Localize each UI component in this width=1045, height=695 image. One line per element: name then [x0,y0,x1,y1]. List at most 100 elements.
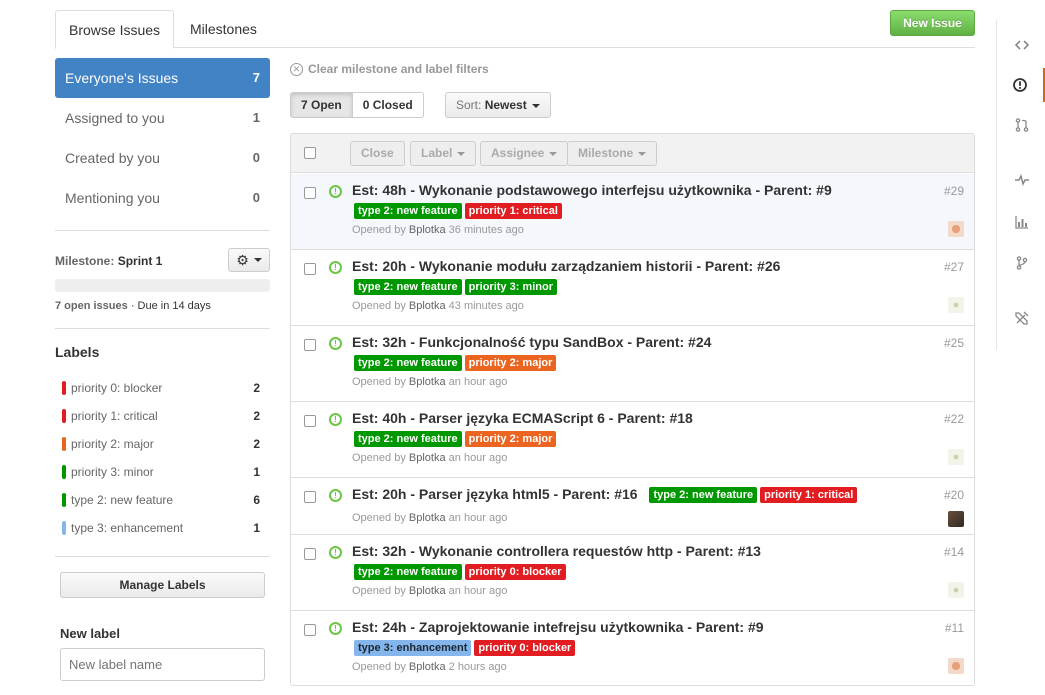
label-count: 1 [253,465,260,479]
label-item[interactable]: type 2: new feature 6 [55,486,270,514]
close-button[interactable]: Close [350,141,405,166]
issue-author[interactable]: Bplotka [409,585,446,597]
issue-author[interactable]: Bplotka [409,452,446,464]
issue-checkbox[interactable] [304,415,316,427]
new-issue-button[interactable]: New Issue [890,10,975,36]
issue-label[interactable]: type 2: new feature [354,431,462,447]
issue-title-line: Est: 20h - Parser języka html5 - Parent:… [352,486,858,503]
label-dropdown[interactable]: Label [410,141,477,166]
avatar[interactable] [948,297,964,313]
issue-label[interactable]: priority 2: major [464,431,557,447]
tab-milestones[interactable]: Milestones [177,10,270,48]
issue-title[interactable]: Est: 32h - Funkcjonalność typu SandBox -… [352,334,711,350]
issue-author[interactable]: Bplotka [409,224,446,236]
issue-label[interactable]: type 2: new feature [649,487,758,503]
issue-checkbox[interactable] [304,187,316,199]
issue-checkbox[interactable] [304,263,316,275]
issue-label[interactable]: type 2: new feature [354,279,462,295]
issue-title[interactable]: Est: 20h - Parser języka html5 - Parent:… [352,486,638,502]
issue-title[interactable]: Est: 40h - Parser języka ECMAScript 6 - … [352,410,693,426]
issue-label[interactable]: priority 2: major [464,355,557,371]
issue-label[interactable]: type 2: new feature [354,355,462,371]
label-item[interactable]: type 3: enhancement 1 [55,514,270,542]
new-label-input[interactable] [60,648,265,681]
opened-by-text: Opened by [352,300,406,312]
issue-title[interactable]: Est: 48h - Wykonanie podstawowego interf… [352,182,832,198]
tab-browse-issues[interactable]: Browse Issues [55,10,175,49]
filter-everyones-issues[interactable]: Everyone's Issues 7 [55,58,270,98]
open-issues-button[interactable]: 7 Open [290,92,353,118]
issue-number: #20 [943,488,964,502]
sort-dropdown[interactable]: Sort: Newest [445,92,551,118]
label-swatch [62,381,66,395]
issue-title[interactable]: Est: 20h - Wykonanie modułu zarządzaniem… [352,258,780,274]
issue-checkbox[interactable] [304,624,316,636]
issue-row[interactable]: ! Est: 32h - Funkcjonalność typu SandBox… [291,326,974,402]
issue-author[interactable]: Bplotka [409,376,446,388]
label-item[interactable]: priority 1: critical 2 [55,402,270,430]
issue-title[interactable]: Est: 24h - Zaprojektowanie intefrejsu uż… [352,619,764,635]
filter-created-by-you[interactable]: Created by you 0 [55,138,270,178]
issue-label[interactable]: type 2: new feature [354,564,462,580]
pull-requests-icon[interactable] [997,108,1045,142]
issue-label[interactable]: priority 0: blocker [474,640,576,656]
code-icon[interactable] [997,28,1045,62]
milestone-open-issues[interactable]: 7 open issues [55,300,128,312]
issue-label[interactable]: type 2: new feature [354,203,462,219]
label-item[interactable]: priority 2: major 2 [55,430,270,458]
issue-label[interactable]: priority 3: minor [464,279,557,295]
milestone-settings-button[interactable]: ⚙ [228,248,270,272]
label-swatch [62,409,66,423]
network-icon[interactable] [997,246,1045,280]
issue-opened-icon: ! [329,337,342,350]
settings-icon[interactable] [997,301,1045,335]
avatar[interactable] [948,582,964,598]
issue-row[interactable]: ! Est: 20h - Wykonanie modułu zarządzani… [291,250,974,326]
issues-icon[interactable] [997,68,1045,102]
issue-label[interactable]: priority 1: critical [464,203,562,219]
issue-checkbox[interactable] [304,339,316,351]
issue-title[interactable]: Est: 32h - Wykonanie controllera request… [352,543,761,559]
issue-number: #25 [943,336,964,350]
issue-label[interactable]: priority 0: blocker [464,564,566,580]
avatar[interactable] [948,511,964,527]
opened-by-text: Opened by [352,224,406,236]
issue-author[interactable]: Bplotka [409,661,446,673]
issue-row[interactable]: ! Est: 20h - Parser języka html5 - Paren… [291,478,974,535]
milestone-dropdown[interactable]: Milestone [567,141,658,166]
label-list: priority 0: blocker 2 priority 1: critica… [55,374,270,542]
assignee-dropdown[interactable]: Assignee [480,141,569,166]
label-item[interactable]: priority 3: minor 1 [55,458,270,486]
graphs-icon[interactable] [997,205,1045,239]
issue-author[interactable]: Bplotka [409,300,446,312]
avatar[interactable] [948,449,964,465]
issue-row[interactable]: ! Est: 40h - Parser języka ECMAScript 6 … [291,402,974,478]
select-all-checkbox[interactable] [304,147,316,159]
issue-row[interactable]: ! Est: 48h - Wykonanie podstawowego inte… [291,174,974,250]
divider [55,230,270,231]
closed-issues-button[interactable]: 0 Closed [352,92,424,118]
avatar[interactable] [948,658,964,674]
issue-author[interactable]: Bplotka [409,512,446,524]
issue-label[interactable]: type 3: enhancement [354,640,472,656]
opened-by-text: Opened by [352,585,406,597]
manage-labels-button[interactable]: Manage Labels [60,572,265,598]
label-item[interactable]: priority 0: blocker 2 [55,374,270,402]
issue-label[interactable]: priority 1: critical [760,487,858,503]
clear-filters-link[interactable]: ✕ Clear milestone and label filters [290,62,489,76]
filter-mentioning-you[interactable]: Mentioning you 0 [55,178,270,218]
issue-row[interactable]: ! Est: 24h - Zaprojektowanie intefrejsu … [291,611,974,685]
issue-labels: type 3: enhancement priority 0: blocker [354,640,576,656]
issue-checkbox[interactable] [304,548,316,560]
clear-filters-label: Clear milestone and label filters [308,62,489,76]
avatar[interactable] [948,221,964,237]
issues-tabs: Browse Issues Milestones [55,10,975,49]
label-count: 6 [253,493,260,507]
filter-count: 1 [252,110,260,125]
filter-assigned-to-you[interactable]: Assigned to you 1 [55,98,270,138]
issue-row[interactable]: ! Est: 32h - Wykonanie controllera reque… [291,535,974,611]
opened-by-text: Opened by [352,512,406,524]
pulse-icon[interactable] [997,163,1045,197]
issue-checkbox[interactable] [304,491,316,503]
milestone-name: Sprint 1 [117,254,163,268]
